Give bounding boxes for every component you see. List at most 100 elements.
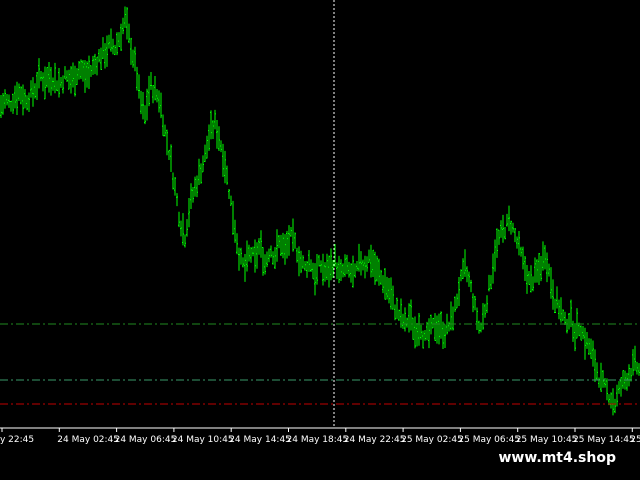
ohlc-bar [36,71,38,100]
ohlc-bar [498,229,500,245]
ohlc-bar [506,213,508,227]
ohlc-bar [148,75,150,107]
ohlc-bar [388,278,390,304]
ohlc-bar [384,268,386,300]
ohlc-bar [362,259,364,271]
price-chart[interactable]: y 22:45 24 May 02:45 24 May 06:45 24 May 10… [0,0,640,445]
ohlc-bar [68,69,70,90]
ohlc-bar [434,313,436,341]
ohlc-bar [336,262,338,280]
ohlc-bar [284,234,286,265]
ohlc-bar [202,155,204,173]
ohlc-bar [402,313,404,329]
bars-layer [0,6,640,416]
ohlc-bar [578,322,580,337]
ohlc-bar [456,293,458,309]
ohlc-bar [512,222,514,233]
ohlc-bar [320,260,322,273]
ohlc-bar [54,62,56,94]
ohlc-bar [492,253,494,284]
ohlc-bar [58,67,60,98]
ohlc-bar [470,279,472,293]
ohlc-bar [32,77,34,107]
x-tick-label: 25 May 14:45 [573,435,635,445]
ohlc-bar [206,135,208,159]
ohlc-bar [276,229,278,262]
ohlc-bar [592,340,594,367]
ohlc-bar [96,56,98,76]
ohlc-bar [408,303,410,333]
ohlc-bar [606,378,608,401]
ohlc-bar [218,126,220,152]
ohlc-bar [20,86,22,105]
ohlc-bar [120,23,122,51]
ohlc-bar [56,80,58,92]
ohlc-bar [562,309,564,321]
ohlc-bar [380,269,382,285]
ohlc-bar [142,91,144,120]
ohlc-bar [630,367,632,382]
x-tick-label: 24 May 18:45 [287,435,349,445]
ohlc-bar [34,83,36,99]
ohlc-bar [116,32,118,56]
ohlc-bar [208,124,210,151]
ohlc-bar [310,259,312,272]
ohlc-bar [144,105,146,125]
ohlc-bar [414,316,416,349]
chart-svg[interactable]: y 22:45 24 May 02:4524 May 06:4524 May 10… [0,0,640,448]
ohlc-bar [98,49,100,63]
ohlc-bar [194,176,196,197]
ohlc-bar [446,313,448,335]
ohlc-bar [246,240,248,272]
ohlc-bar [178,211,180,228]
ohlc-bar [230,195,232,206]
ohlc-bar [38,58,40,89]
ohlc-bar [528,270,530,286]
ohlc-bar [476,307,478,331]
ohlc-bar [140,90,142,115]
ohlc-bar [262,246,264,276]
ohlc-bar [26,95,28,111]
ohlc-bar [374,251,376,285]
ohlc-bar [80,59,82,80]
ohlc-bar [544,245,546,270]
ohlc-bar [364,255,366,279]
ohlc-bar [626,372,628,391]
ohlc-bar [176,193,178,207]
ohlc-bar [212,120,214,140]
ohlc-bar [354,263,356,278]
ohlc-bar [258,238,260,255]
ohlc-bar [118,32,120,48]
ohlc-bar [514,227,516,243]
ohlc-bar [28,92,30,112]
ohlc-bar [14,85,16,109]
ohlc-bar [60,77,62,88]
ohlc-bar [78,60,80,80]
ohlc-bar [596,362,598,381]
ohlc-bar [608,394,610,406]
ohlc-bar [496,228,498,258]
ohlc-bar [292,218,294,252]
ohlc-bar [516,236,518,249]
ohlc-bar [238,247,240,271]
ohlc-bar [300,250,302,274]
ohlc-bar [450,301,452,331]
ohlc-bar [126,7,128,40]
ohlc-bar [590,338,592,359]
ohlc-bar [576,308,578,339]
ohlc-bar [448,321,450,332]
ohlc-bar [540,255,542,282]
ohlc-bar [22,84,24,116]
ohlc-bar [110,28,112,52]
ohlc-bar [114,44,116,56]
ohlc-bar [396,297,398,320]
ohlc-bar [62,75,64,94]
x-tick-label: 25 May 18 [630,435,640,445]
ohlc-bar [156,88,158,103]
x-tick-label: 25 May 10:45 [516,435,578,445]
ohlc-bar [204,144,206,162]
ohlc-bar [508,205,510,232]
ohlc-bar [488,274,490,292]
ohlc-bar [24,89,26,109]
ohlc-bar [290,226,292,237]
